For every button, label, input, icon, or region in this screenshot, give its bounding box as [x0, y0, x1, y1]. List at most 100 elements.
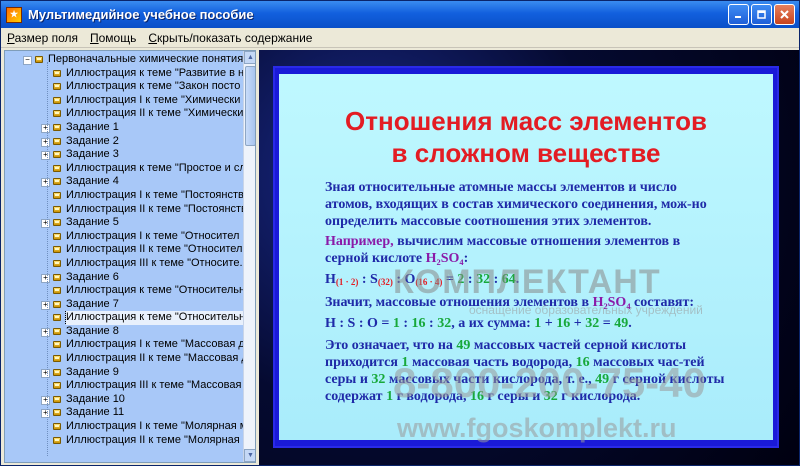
- tree-item[interactable]: + Задание 3: [5, 148, 243, 162]
- ratio-intro-a: Значит, массовые отношения элементов в: [325, 295, 593, 310]
- concl-n8: 32: [543, 389, 558, 404]
- expand-icon[interactable]: +: [41, 327, 50, 337]
- concl-h: г серы и: [484, 389, 544, 404]
- maximize-icon: [757, 10, 766, 19]
- expand-icon[interactable]: +: [41, 300, 50, 310]
- tree-item[interactable]: Иллюстрация к теме "Закон посто: [5, 80, 243, 94]
- book-icon: [53, 273, 61, 281]
- calc-c1: :: [464, 272, 477, 287]
- ratio-eq: =: [599, 316, 615, 331]
- tree-item[interactable]: − Первоначальные химические понятия: [5, 53, 243, 67]
- tree-item[interactable]: + Задание 2: [5, 135, 243, 149]
- tree-item[interactable]: Иллюстрация I к теме "Постоянств: [5, 189, 243, 203]
- tree-item[interactable]: + Задание 8: [5, 325, 243, 339]
- tree-item-label: Первоначальные химические понятия: [48, 53, 243, 65]
- book-icon: [53, 178, 61, 186]
- tree-item[interactable]: Иллюстрация III к теме "Относите.: [5, 257, 243, 271]
- expand-icon[interactable]: +: [41, 123, 50, 133]
- ratio-c2: :: [425, 316, 438, 331]
- scroll-thumb[interactable]: [245, 66, 255, 146]
- maximize-button[interactable]: [751, 4, 772, 25]
- tree-item[interactable]: Иллюстрация к теме "Относительн: [5, 284, 243, 298]
- book-icon: [53, 287, 61, 295]
- ratio-intro-formula: H₂SO₄: [592, 295, 631, 310]
- tree-item-label: Задание 1: [66, 120, 119, 133]
- close-icon: [780, 10, 789, 19]
- tree-item-label: Задание 11: [66, 406, 125, 419]
- example-formula: H₂SO₄: [425, 251, 464, 266]
- minimize-button[interactable]: [728, 4, 749, 25]
- expand-icon[interactable]: +: [41, 151, 50, 161]
- book-icon: [35, 56, 43, 63]
- conclusion-paragraph: Это означает, что на 49 массовых частей …: [325, 337, 725, 405]
- minimize-icon: [735, 16, 741, 18]
- ratio-s2: 16: [556, 316, 571, 331]
- calc-s: : S: [358, 272, 378, 287]
- tree-item[interactable]: Иллюстрация I к теме "Химически: [5, 94, 243, 108]
- tree-item[interactable]: Иллюстрация III к теме "Массовая: [5, 379, 243, 393]
- tree-item[interactable]: Иллюстрация II к теме "Химически: [5, 107, 243, 121]
- book-icon: [53, 151, 61, 159]
- menu-item-2[interactable]: Скрыть/показать содержание: [142, 31, 318, 45]
- tree-item-label: Иллюстрация II к теме "Относител: [66, 243, 243, 256]
- tree-item[interactable]: Иллюстрация I к теме "Массовая д: [5, 338, 243, 352]
- ratio-v2: 16: [411, 316, 426, 331]
- scroll-down-button[interactable]: ▼: [244, 449, 255, 462]
- tree-item-label: Задание 2: [66, 134, 119, 147]
- tree-item[interactable]: + Задание 6: [5, 271, 243, 285]
- open-book-icon: [53, 314, 61, 322]
- tree-item[interactable]: + Задание 10: [5, 393, 243, 407]
- app-window: ★ Мультимедийное учебное пособие Размер …: [0, 0, 800, 466]
- tree-item-label: Иллюстрация I к теме "Постоянств: [66, 188, 243, 201]
- book-icon: [53, 110, 61, 118]
- tree-item[interactable]: + Задание 11: [5, 406, 243, 420]
- menu-item-1[interactable]: Помощь: [84, 31, 142, 45]
- mass-calc-line: H(1 · 2) : S(32) : O(16 · 4) = 2 : 32 : …: [325, 271, 725, 291]
- title-bar[interactable]: ★ Мультимедийное учебное пособие: [1, 1, 799, 28]
- example-paragraph: Например, вычислим массовые отношения эл…: [325, 233, 725, 267]
- tree-item[interactable]: Иллюстрация к теме "Относительн: [5, 311, 243, 325]
- expand-icon[interactable]: +: [41, 368, 50, 378]
- tree-item-label: Иллюстрация к теме "Относительн: [66, 284, 243, 297]
- close-button[interactable]: [774, 4, 795, 25]
- tree-item[interactable]: + Задание 9: [5, 366, 243, 380]
- expand-icon[interactable]: +: [41, 219, 50, 229]
- book-icon: [53, 69, 61, 77]
- expand-icon[interactable]: +: [41, 395, 50, 405]
- slide-title-line-2: в сложном веществе: [391, 138, 661, 168]
- tree-item[interactable]: Иллюстрация II к теме "Относител: [5, 243, 243, 257]
- scroll-up-button[interactable]: ▲: [244, 51, 255, 64]
- collapse-icon[interactable]: −: [23, 56, 32, 65]
- tree-item[interactable]: Иллюстрация II к теме "Массовая д: [5, 352, 243, 366]
- book-icon: [53, 259, 61, 267]
- expand-icon[interactable]: +: [41, 137, 50, 147]
- tree-item[interactable]: + Задание 1: [5, 121, 243, 135]
- calc-end: .: [515, 272, 520, 287]
- slide-title: Отношения масс элементов в сложном вещес…: [279, 105, 773, 169]
- tree-item[interactable]: Иллюстрация II к теме "Постоянств: [5, 203, 243, 217]
- tree-item[interactable]: Иллюстрация I к теме "Молярная м: [5, 420, 243, 434]
- ratio-c1: :: [399, 316, 412, 331]
- calc-v2: 32: [476, 272, 491, 287]
- concl-n3: 16: [575, 355, 590, 370]
- tree-item[interactable]: + Задание 5: [5, 216, 243, 230]
- tree-item[interactable]: Иллюстрация к теме "Развитие в н: [5, 67, 243, 81]
- concl-n7: 16: [470, 389, 485, 404]
- expand-icon[interactable]: +: [41, 178, 50, 188]
- concl-e: массовых части кислорода, т. е.,: [385, 372, 596, 387]
- tree-item-label: Задание 7: [66, 297, 119, 310]
- menu-item-0[interactable]: Размер поля: [1, 31, 84, 45]
- tree-item-label: Иллюстрация III к теме "Относите.: [66, 256, 243, 269]
- tree-item[interactable]: + Задание 4: [5, 175, 243, 189]
- tree-item[interactable]: + Задание 7: [5, 298, 243, 312]
- concl-c: массовая часть водорода,: [408, 355, 576, 370]
- calc-h: H: [325, 272, 336, 287]
- tree-item[interactable]: Иллюстрация I к теме "Относител: [5, 230, 243, 244]
- tree-item[interactable]: Иллюстрация к теме "Простое и сл: [5, 162, 243, 176]
- tree-scrollbar[interactable]: ▲ ▼: [243, 51, 255, 462]
- tree-item[interactable]: Иллюстрация II к теме "Молярная м: [5, 434, 243, 448]
- book-icon: [53, 341, 61, 349]
- expand-icon[interactable]: +: [41, 409, 50, 419]
- book-icon: [53, 205, 61, 213]
- expand-icon[interactable]: +: [41, 273, 50, 283]
